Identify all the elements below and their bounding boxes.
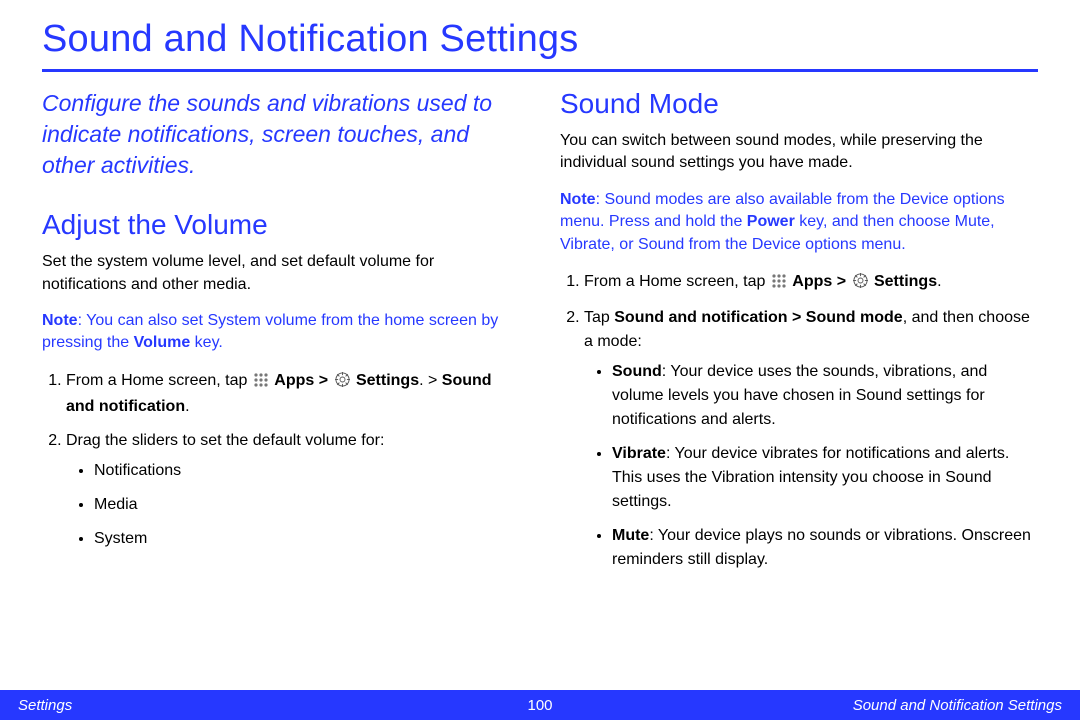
mode-vibrate: Vibrate: Your device vibrates for notifi… bbox=[612, 442, 1038, 514]
footer-left: Settings bbox=[18, 697, 72, 714]
two-column-layout: Configure the sounds and vibrations used… bbox=[42, 88, 1038, 582]
step1-post2: . bbox=[185, 398, 189, 415]
footer-right: Sound and Notification Settings bbox=[853, 697, 1062, 714]
left-column: Configure the sounds and vibrations used… bbox=[42, 88, 520, 582]
note-label-2: Note bbox=[560, 191, 596, 208]
right-column: Sound Mode You can switch between sound … bbox=[560, 88, 1038, 582]
sound-mode-list: Sound: Your device uses the sounds, vibr… bbox=[584, 360, 1038, 572]
sm-step2-pre: Tap bbox=[584, 309, 614, 326]
mode-mute-text: : Your device plays no sounds or vibrati… bbox=[612, 527, 1031, 568]
page-footer: Settings 100 Sound and Notification Sett… bbox=[0, 690, 1080, 720]
mode-vibrate-label: Vibrate bbox=[612, 445, 666, 462]
mode-vibrate-text: : Your device vibrates for notifications… bbox=[612, 445, 1009, 510]
adjust-volume-note: Note: You can also set System volume fro… bbox=[42, 310, 520, 355]
mode-sound-text: : Your device uses the sounds, vibration… bbox=[612, 363, 987, 428]
note-bold-volume: Volume bbox=[134, 334, 191, 351]
sound-mode-note: Note: Sound modes are also available fro… bbox=[560, 189, 1038, 256]
note2-bold-power: Power bbox=[747, 213, 795, 230]
mode-mute-label: Mute bbox=[612, 527, 649, 544]
bullet-notifications: Notifications bbox=[94, 459, 520, 483]
step-1: From a Home screen, tap Apps > Settings.… bbox=[66, 369, 520, 419]
sound-mode-steps: From a Home screen, tap Apps > Settings.… bbox=[560, 270, 1038, 572]
apps-icon bbox=[254, 371, 268, 395]
title-rule bbox=[42, 69, 1038, 72]
step1-pre: From a Home screen, tap bbox=[66, 372, 252, 389]
step1-settings: Settings bbox=[356, 372, 419, 389]
mode-sound-label: Sound bbox=[612, 363, 662, 380]
sm-step-1: From a Home screen, tap Apps > Settings. bbox=[584, 270, 1038, 296]
heading-sound-mode: Sound Mode bbox=[560, 88, 1038, 120]
step-2: Drag the sliders to set the default volu… bbox=[66, 429, 520, 551]
sm-step1-pre: From a Home screen, tap bbox=[584, 273, 770, 290]
page-title: Sound and Notification Settings bbox=[42, 18, 1038, 69]
sm-step1-post: . bbox=[937, 273, 941, 290]
note-text-post: key. bbox=[190, 334, 223, 351]
settings-icon bbox=[335, 371, 350, 395]
step1-apps: Apps > bbox=[274, 372, 332, 389]
step1-post1: . > bbox=[419, 372, 442, 389]
adjust-volume-desc: Set the system volume level, and set def… bbox=[42, 251, 520, 296]
bullet-system: System bbox=[94, 527, 520, 551]
sm-step-2: Tap Sound and notification > Sound mode,… bbox=[584, 306, 1038, 572]
adjust-volume-steps: From a Home screen, tap Apps > Settings.… bbox=[42, 369, 520, 551]
footer-page-number: 100 bbox=[527, 697, 552, 714]
mode-mute: Mute: Your device plays no sounds or vib… bbox=[612, 524, 1038, 572]
settings-icon bbox=[853, 272, 868, 296]
bullet-media: Media bbox=[94, 493, 520, 517]
mode-sound: Sound: Your device uses the sounds, vibr… bbox=[612, 360, 1038, 432]
step2-text: Drag the sliders to set the default volu… bbox=[66, 432, 384, 449]
sm-step2-bold: Sound and notification > Sound mode bbox=[614, 309, 902, 326]
sound-mode-desc: You can switch between sound modes, whil… bbox=[560, 130, 1038, 175]
intro-text: Configure the sounds and vibrations used… bbox=[42, 88, 520, 181]
note-text-pre: : You can also set System volume from th… bbox=[42, 312, 498, 351]
heading-adjust-volume: Adjust the Volume bbox=[42, 209, 520, 241]
sm-step1-settings: Settings bbox=[874, 273, 937, 290]
volume-slider-list: Notifications Media System bbox=[66, 459, 520, 551]
apps-icon bbox=[772, 272, 786, 296]
sm-step1-apps: Apps > bbox=[792, 273, 850, 290]
note-label: Note bbox=[42, 312, 78, 329]
